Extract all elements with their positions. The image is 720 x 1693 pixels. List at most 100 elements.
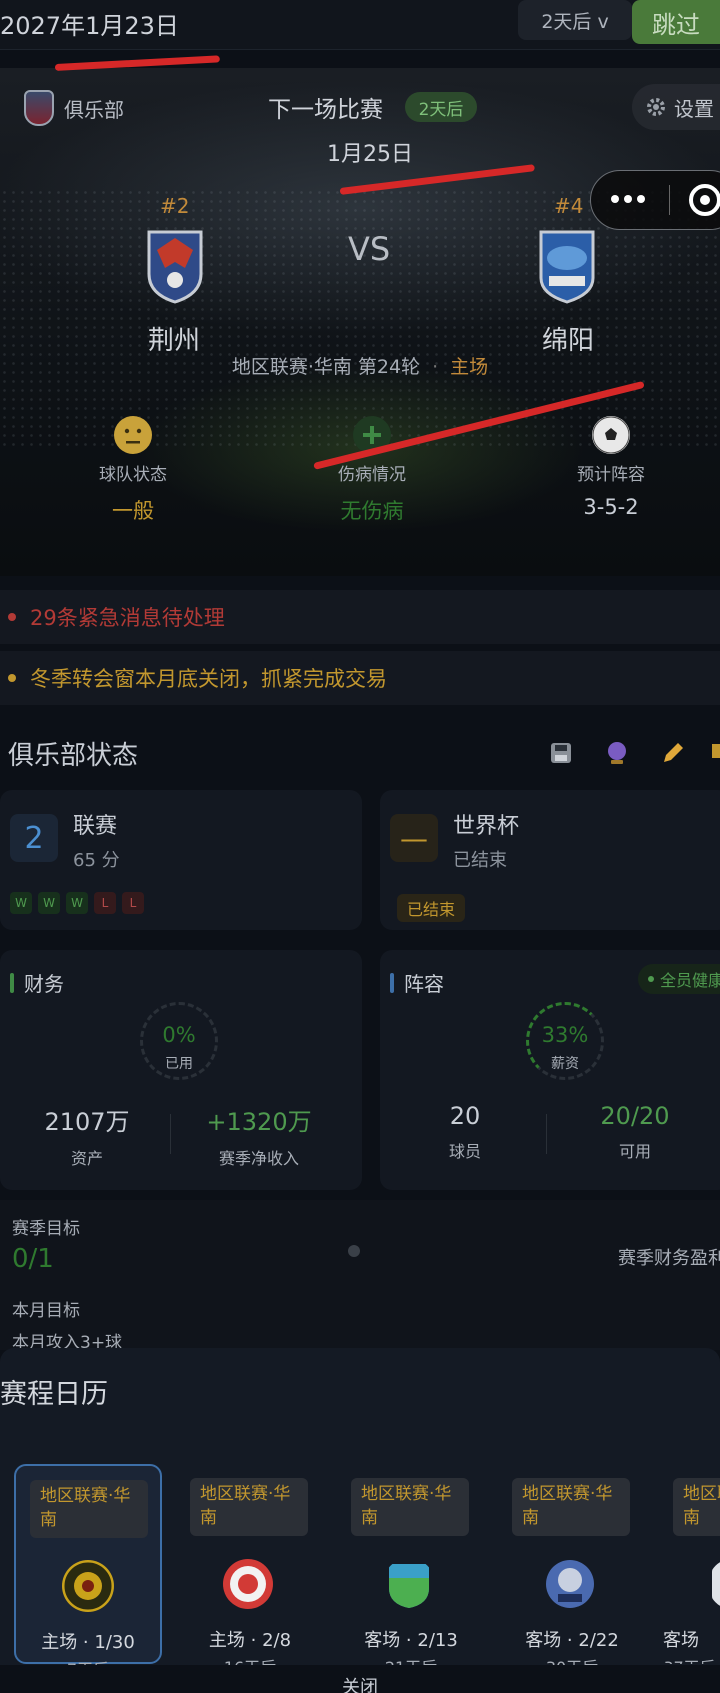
settings-label: 设置 [674, 96, 714, 121]
more-icon[interactable] [611, 195, 645, 203]
budget-usage-ring: 0% 已用 [140, 1002, 218, 1080]
close-miniprogram-icon[interactable] [689, 184, 720, 216]
available-label: 可用 [618, 1142, 651, 1161]
home-team-crest-icon [147, 230, 203, 304]
match-venue-date: 主场 · 1/30 [41, 1632, 135, 1653]
miniprogram-capsule [590, 170, 720, 230]
finance-card[interactable]: 财务 0% 已用 2107万 资产 +1320万 赛季净收入 [0, 950, 362, 1190]
schedule-match-card[interactable]: 地区联赛·华南 主场 · 2/8 16天后 [176, 1464, 324, 1666]
match-league-tag: 地区联赛·华南 [512, 1478, 630, 1536]
save-icon[interactable] [548, 740, 574, 766]
away-team-rank: #4 [554, 194, 584, 218]
match-league-tag: 地区联赛·华南 [30, 1480, 148, 1538]
match-venue-date: 客场 · 2/22 [525, 1630, 619, 1651]
opponent-logo-icon [62, 1560, 114, 1612]
assets-value: 2107万 [44, 1108, 130, 1136]
assets-label: 资产 [70, 1149, 103, 1168]
worldcup-rank: — [390, 814, 438, 862]
wage-usage-ring: 33% 薪资 [526, 1002, 604, 1080]
league-round: 地区联赛·华南 第24轮 [231, 356, 421, 378]
schedule-calendar-sheet: 赛程日历 地区联赛·华南 主场 · 1/30 7天后 地区联赛·华南 主场 · … [0, 1348, 720, 1693]
season-finance-goal: 赛季财务盈利 [618, 1248, 720, 1269]
next-match-hero: 俱乐部 下一场比赛 2天后 1月25日 设置 #2 VS #4 荆州 绵阳 地区… [0, 68, 720, 576]
advance-days-dropdown[interactable]: 2天后 v [518, 0, 632, 40]
away-team-crest-icon [539, 230, 595, 304]
team-form-label: 球队状态 [99, 465, 167, 485]
match-days-left: 37天后 [659, 1654, 720, 1664]
urgent-messages-text: 29条紧急消息待处理 [30, 606, 225, 630]
wage-usage-label: 薪资 [551, 1056, 579, 1072]
budget-usage-pct: 0% [162, 1023, 196, 1047]
football-icon [592, 416, 630, 454]
formation-stat: 预计阵容 3-5-2 [521, 416, 701, 519]
match-venue-date: 主场 · 2/8 [208, 1630, 292, 1651]
transfer-window-alert[interactable]: 冬季转会窗本月底关闭，抓紧完成交易 [0, 651, 720, 705]
available-metric: 20/20 可用 [550, 1102, 720, 1162]
venue-label: 主场 [450, 356, 489, 378]
match-venue-date: 客场 [663, 1630, 699, 1651]
league-name: 联赛 [73, 814, 118, 839]
schedule-match-card[interactable]: 地区联赛·华南 主场 · 1/30 7天后 [14, 1464, 162, 1668]
worldcup-sub: 已结束 [453, 850, 507, 871]
club-link[interactable]: 俱乐部 [24, 90, 124, 126]
league-status-card[interactable]: 2 联赛 65 分 W W W L L [0, 790, 362, 930]
month-goal-label: 本月目标 [12, 1301, 80, 1321]
wage-usage-pct: 33% [541, 1023, 589, 1047]
match-league-tag: 地区联赛·华南 [351, 1478, 469, 1536]
match-league-tag: 地区联赛·华南 [673, 1478, 720, 1536]
opponent-logo-icon [223, 1559, 273, 1609]
season-goal-value: 0/1 [12, 1244, 54, 1274]
recent-form: W W W L L [10, 892, 144, 914]
players-metric: 20 球员 [380, 1102, 550, 1162]
schedule-match-card[interactable]: 地区联赛·华南 客场 · 2/22 30天后 [498, 1464, 646, 1666]
settings-button[interactable]: 设置 [632, 84, 720, 130]
assets-metric: 2107万 资产 [2, 1102, 172, 1169]
skip-button[interactable]: 跳过 [632, 0, 720, 44]
pencil-icon[interactable] [660, 740, 686, 766]
season-income-label: 赛季净收入 [218, 1149, 299, 1168]
players-label: 球员 [448, 1142, 481, 1161]
formation-value: 3-5-2 [583, 495, 639, 519]
club-link-label: 俱乐部 [64, 97, 124, 122]
budget-usage-label: 已用 [165, 1056, 193, 1072]
season-income-metric: +1320万 赛季净收入 [174, 1102, 344, 1169]
current-date: 2027年1月23日 [0, 12, 179, 40]
club-badge-icon [24, 90, 54, 126]
team-form-value: 一般 [112, 499, 154, 523]
league-rank: 2 [10, 814, 58, 862]
crystal-ball-icon[interactable] [604, 740, 630, 766]
match-venue-date: 客场 · 2/13 [364, 1630, 458, 1651]
season-income-value: +1320万 [206, 1108, 312, 1136]
finance-title: 财务 [24, 972, 64, 996]
neutral-face-icon [114, 416, 152, 454]
available-value: 20/20 [600, 1102, 670, 1130]
pager-dot[interactable] [348, 1245, 360, 1257]
days-until-badge: 2天后 [405, 92, 477, 122]
match-league-tag: 地区联赛·华南 [190, 1478, 308, 1536]
top-bar: 2027年1月23日 2天后 v 跳过 [0, 0, 720, 50]
club-status-title: 俱乐部状态 [8, 741, 139, 771]
worldcup-status-card[interactable]: — 世界杯 已结束 已结束 [380, 790, 720, 930]
trophy-icon[interactable] [712, 740, 720, 766]
form-result: W [38, 892, 60, 914]
transfer-window-text: 冬季转会窗本月底关闭，抓紧完成交易 [30, 667, 387, 691]
versus-label: VS [348, 230, 391, 268]
next-match-title: 下一场比赛 [268, 97, 383, 123]
match-date: 1月25日 [327, 142, 413, 167]
form-result: L [94, 892, 116, 914]
schedule-match-card[interactable]: 地区联赛·华南 客场 37天后 [659, 1464, 720, 1664]
team-form-stat: 球队状态 一般 [43, 416, 223, 525]
schedule-match-card[interactable]: 地区联赛·华南 客场 · 2/13 21天后 [337, 1464, 485, 1666]
injury-label: 伤病情况 [338, 465, 406, 485]
urgent-messages-alert[interactable]: 29条紧急消息待处理 [0, 590, 720, 644]
gear-icon [647, 98, 665, 116]
close-button[interactable]: 关闭 [0, 1665, 720, 1693]
form-result: W [66, 892, 88, 914]
worldcup-name: 世界杯 [453, 814, 520, 839]
season-goal-label: 赛季目标 [12, 1219, 80, 1239]
league-points: 65 分 [73, 850, 120, 871]
squad-healthy-badge: 全员健康 [638, 964, 720, 994]
objectives-section: 赛季目标 0/1 赛季财务盈利 本月目标 本月攻入3+球 [0, 1200, 720, 1353]
squad-card[interactable]: 阵容 全员健康 33% 薪资 20 球员 20/20 可用 [380, 950, 720, 1190]
form-result: L [122, 892, 144, 914]
